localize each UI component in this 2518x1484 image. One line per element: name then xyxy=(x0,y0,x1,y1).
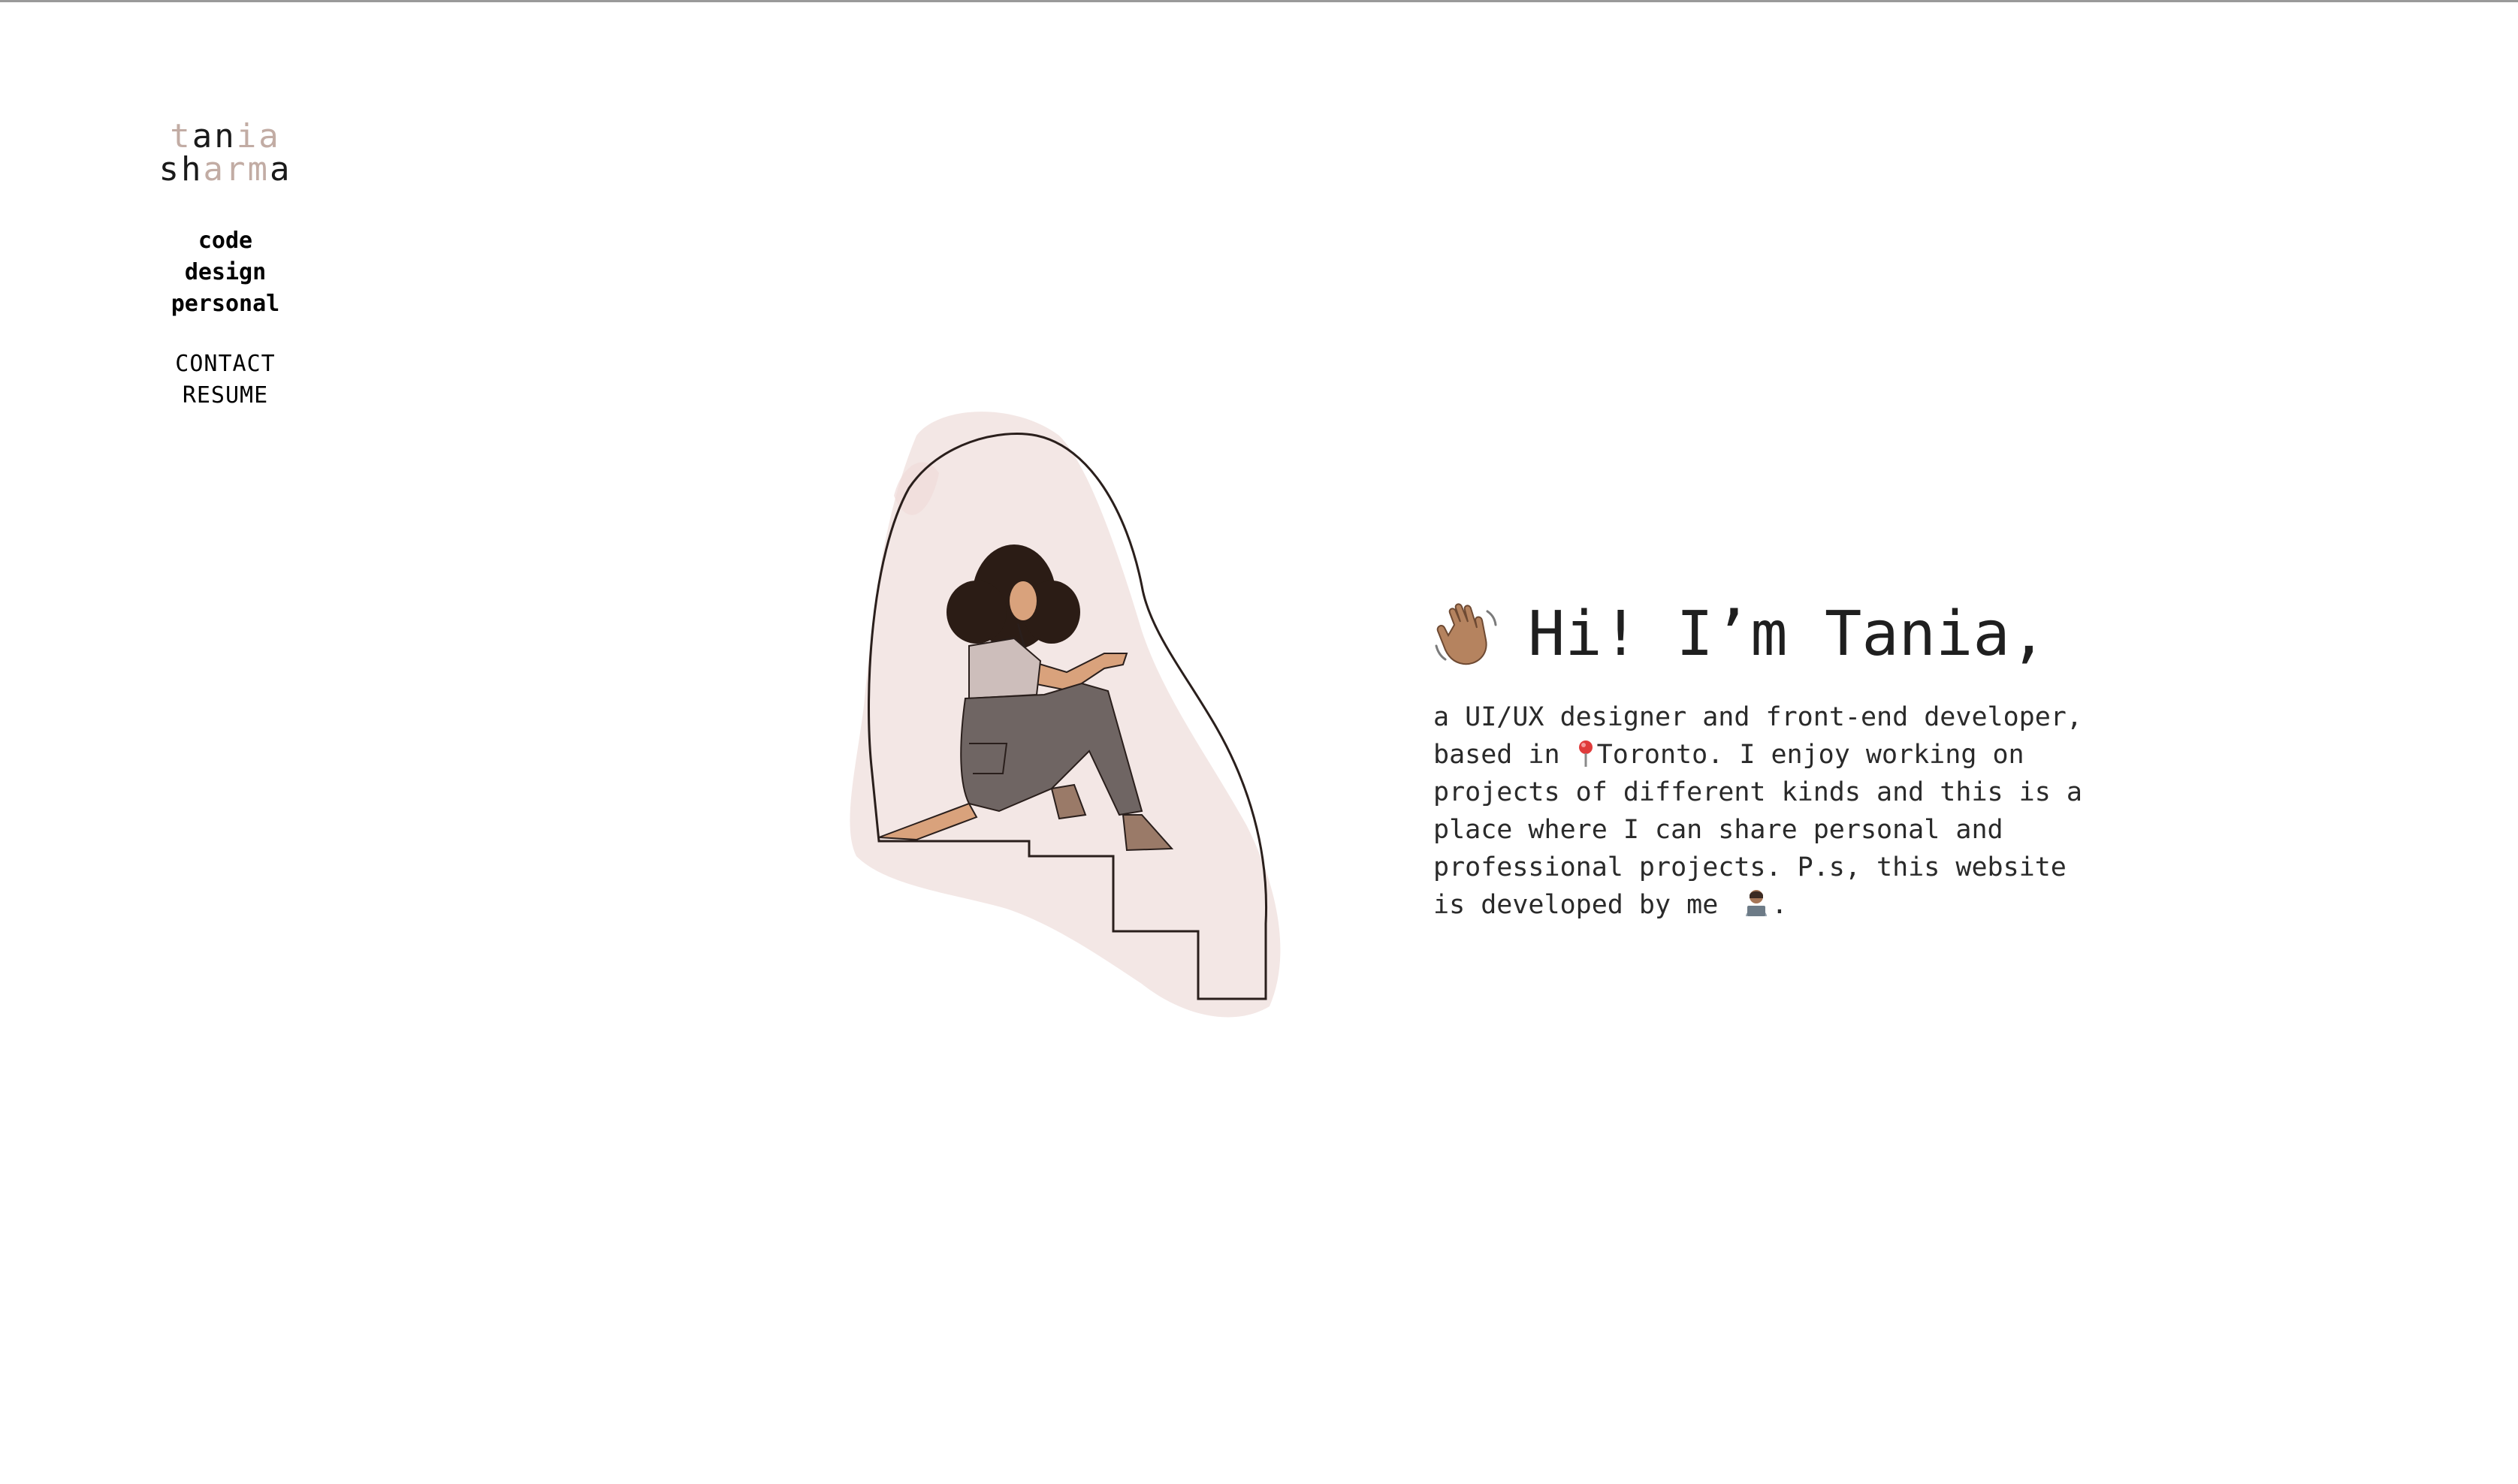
logo-letter: a xyxy=(258,117,281,155)
technologist-icon xyxy=(1746,890,1768,916)
logo-line-first: tania xyxy=(113,120,338,153)
site-logo[interactable]: tania sharma xyxy=(113,120,338,186)
bio-end: . xyxy=(1771,890,1788,920)
logo-letter: r xyxy=(225,150,248,189)
page-title: Hi! I’m Tania, xyxy=(1433,593,2109,676)
nav-link-contact[interactable]: CONTACT xyxy=(113,348,338,380)
map-pin-icon xyxy=(1578,740,1593,767)
logo-letter: a xyxy=(203,150,225,189)
primary-nav: code design personal xyxy=(113,225,338,320)
logo-line-last: sharma xyxy=(113,153,338,186)
greeting-text: Hi! I’m Tania, xyxy=(1528,599,2048,670)
sidebar: tania sharma code design personal CONTAC… xyxy=(113,120,338,412)
logo-letter: s xyxy=(159,150,181,189)
logo-letter: i xyxy=(236,117,259,155)
logo-letter: h xyxy=(181,150,204,189)
secondary-nav: CONTACT RESUME xyxy=(113,348,338,412)
top-divider xyxy=(0,0,2518,2)
hero-illustration xyxy=(826,406,1307,1029)
logo-letter: a xyxy=(192,117,215,155)
logo-letter: m xyxy=(247,150,270,189)
nav-link-design[interactable]: design xyxy=(113,257,338,288)
nav-link-personal[interactable]: personal xyxy=(113,288,338,320)
waving-hand-icon xyxy=(1435,603,1497,665)
logo-letter: n xyxy=(214,117,237,155)
bio-paragraph: a UI/UX designer and front-end developer… xyxy=(1433,698,2109,924)
logo-letter: t xyxy=(170,117,192,155)
logo-letter: a xyxy=(270,150,292,189)
nav-link-resume[interactable]: RESUME xyxy=(113,380,338,412)
bio-city: Toronto xyxy=(1596,740,1708,770)
intro-section: Hi! I’m Tania, a UI/UX designer and fron… xyxy=(1433,593,2109,924)
nav-link-code[interactable]: code xyxy=(113,225,338,257)
